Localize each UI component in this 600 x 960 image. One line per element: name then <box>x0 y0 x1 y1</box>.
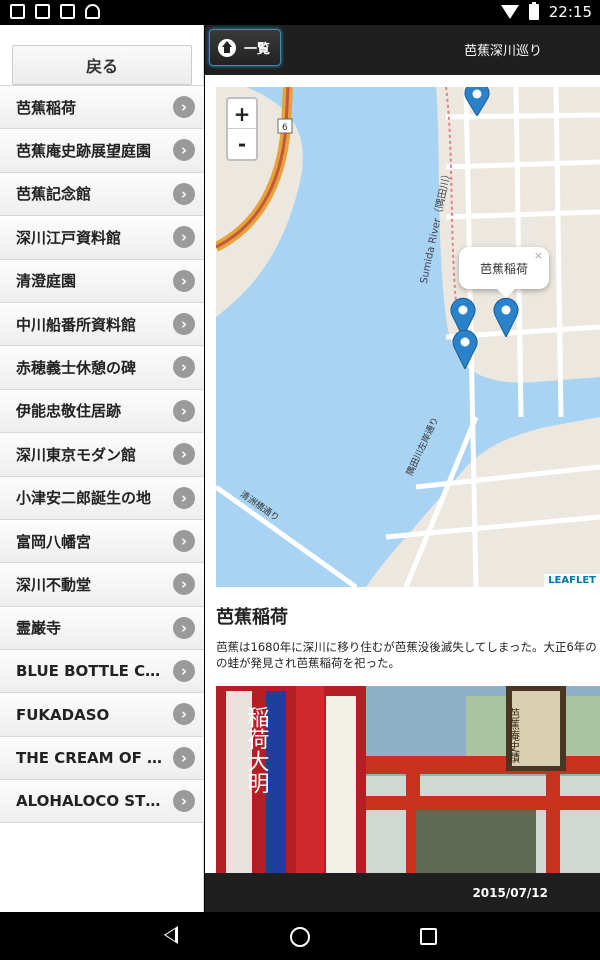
sidebar-item-label: 霊巌寺 <box>16 619 62 638</box>
sidebar-item-label: 清澄庭園 <box>16 272 77 291</box>
zoom-out-button[interactable]: - <box>228 129 256 159</box>
wifi-icon <box>500 5 519 19</box>
shrine-photo-image: 芭蕉庵史蹟 稲荷大明 <box>216 686 600 876</box>
header: 一覧 芭蕉深川巡り <box>205 25 600 75</box>
chevron-right-icon: › <box>173 139 195 162</box>
sidebar: 戻る 芭蕉稲荷 › 芭蕉庵史跡展望庭園 › 芭蕉記念館 › 深川江戸資料館 › 清澄庭園 › 中川船… <box>0 25 204 912</box>
sidebar-item-label: 中川船番所資料館 <box>16 315 137 334</box>
mail-icon <box>35 4 50 19</box>
sidebar-item[interactable]: THE CREAM OF T... › <box>0 735 204 780</box>
sidebar-item[interactable]: 赤穂義士休憩の碑 › <box>0 345 204 389</box>
popup-close-button[interactable]: × <box>534 249 543 262</box>
spot-description-line: 芭蕉は1680年に深川に移り住むが芭蕉没後滅失してしまった。大正6年の <box>216 640 597 654</box>
spot-description: 芭蕉は1680年に深川に移り住むが芭蕉没後滅失してしまった。大正6年の の蛙が発… <box>216 639 600 671</box>
sidebar-item-label: 赤穂義士休憩の碑 <box>16 359 137 378</box>
sidebar-item-label: 深川不動堂 <box>16 575 92 594</box>
sidebar-item[interactable]: BLUE BOTTLE COF... › <box>0 649 204 693</box>
chevron-right-icon: › <box>173 573 195 596</box>
system-navigation-bar <box>0 912 600 960</box>
sidebar-item-label: BLUE BOTTLE COF... <box>16 662 166 681</box>
gallery-icon <box>10 4 25 19</box>
sidebar-item-label: 深川江戸資料館 <box>16 228 122 247</box>
home-list-label: 一覧 <box>244 42 271 57</box>
recent-apps-icon[interactable] <box>420 928 437 945</box>
back-nav-icon[interactable] <box>164 926 178 944</box>
footer: 2015/07/12 <box>205 873 600 912</box>
sidebar-item[interactable]: 芭蕉庵史跡展望庭園 › <box>0 128 204 172</box>
map[interactable]: Sumida River（隅田川） 清洲橋通り 隅田川左岸通り 6 + - 芭蕉… <box>216 87 600 587</box>
chevron-right-icon: › <box>173 96 195 118</box>
chevron-right-icon: › <box>173 486 195 509</box>
home-list-button[interactable]: 一覧 <box>209 29 281 66</box>
chevron-right-icon: › <box>173 746 195 769</box>
sidebar-item-label: 伊能忠敬住居跡 <box>16 402 122 421</box>
sidebar-item[interactable]: 伊能忠敬住居跡 › <box>0 388 204 433</box>
sidebar-item[interactable]: 富岡八幡宮 › <box>0 518 204 563</box>
home-nav-icon[interactable] <box>290 927 310 947</box>
photo-sign-text: 芭蕉庵史蹟 <box>508 707 521 764</box>
sidebar-item[interactable]: 小津安二郎誕生の地 › <box>0 475 204 519</box>
zoom-in-button[interactable]: + <box>228 99 256 129</box>
sidebar-item[interactable]: 中川船番所資料館 › <box>0 301 204 346</box>
sidebar-item-label: ALOHALOCO STU... <box>16 791 166 810</box>
status-bar: 22:15 <box>0 0 600 25</box>
sidebar-item[interactable]: ALOHALOCO STU... › <box>0 779 204 823</box>
chevron-right-icon: › <box>173 529 195 552</box>
sidebar-item-label: 芭蕉稲荷 <box>16 98 77 117</box>
chevron-right-icon: › <box>173 269 195 292</box>
sidebar-item-label: 富岡八幡宮 <box>16 532 92 551</box>
chevron-right-icon: › <box>173 703 195 726</box>
page-title: 芭蕉深川巡り <box>463 44 542 59</box>
chevron-right-icon: › <box>173 616 195 639</box>
back-button[interactable]: 戻る <box>12 45 192 85</box>
download-icon <box>60 4 75 19</box>
sidebar-item[interactable]: FUKADASO › <box>0 692 204 736</box>
map-tiles: Sumida River（隅田川） 清洲橋通り 隅田川左岸通り 6 <box>216 87 600 587</box>
chevron-right-icon: › <box>173 312 195 335</box>
photo-banner-text: 稲荷大明 <box>244 706 270 794</box>
sidebar-item[interactable]: 深川不動堂 › <box>0 562 204 606</box>
map-marker-icon[interactable] <box>464 87 490 116</box>
sidebar-item[interactable]: 深川東京モダン館 › <box>0 432 204 476</box>
route-number-label: 6 <box>282 123 288 133</box>
chevron-right-icon: › <box>173 226 195 249</box>
map-attribution-link[interactable]: LEAFLET <box>544 574 600 587</box>
sidebar-item-label: 芭蕉記念館 <box>16 185 92 204</box>
sidebar-item[interactable]: 深川江戸資料館 › <box>0 215 204 259</box>
chevron-right-icon: › <box>173 399 195 422</box>
footer-date: 2015/07/12 <box>472 886 548 900</box>
status-time: 22:15 <box>548 3 592 21</box>
spot-menu: 芭蕉稲荷 › 芭蕉庵史跡展望庭園 › 芭蕉記念館 › 深川江戸資料館 › 清澄庭園 › 中川船番所資… <box>0 85 204 823</box>
map-marker-icon[interactable] <box>452 329 478 369</box>
spot-title: 芭蕉稲荷 <box>216 607 288 628</box>
map-marker-icon[interactable] <box>493 297 519 337</box>
chevron-right-icon: › <box>173 182 195 205</box>
sidebar-item-label: THE CREAM OF T... <box>16 749 166 768</box>
zoom-control: + - <box>226 97 258 161</box>
chevron-right-icon: › <box>173 443 195 466</box>
sidebar-item-label: 深川東京モダン館 <box>16 445 137 464</box>
battery-icon <box>528 2 539 20</box>
sidebar-item-label: 芭蕉庵史跡展望庭園 <box>16 142 152 161</box>
spot-description-line: の蛙が発見され芭蕉稲荷を祀った。 <box>216 656 400 670</box>
home-icon <box>218 38 236 57</box>
sidebar-item[interactable]: 霊巌寺 › <box>0 605 204 650</box>
sidebar-item[interactable]: 清澄庭園 › <box>0 258 204 302</box>
main-panel: 一覧 芭蕉深川巡り Sumida River（隅田川） 清洲橋通り 隅田川左岸通… <box>205 25 600 912</box>
chevron-right-icon: › <box>173 660 195 683</box>
android-icon <box>85 4 100 19</box>
sidebar-item-label: FUKADASO <box>16 705 110 724</box>
chevron-right-icon: › <box>173 790 195 813</box>
popup-text: 芭蕉稲荷 <box>479 261 528 276</box>
sidebar-item-label: 小津安二郎誕生の地 <box>16 489 152 508</box>
sidebar-item[interactable]: 芭蕉記念館 › <box>0 171 204 216</box>
spot-photo: 芭蕉庵史蹟 稲荷大明 <box>216 686 600 876</box>
map-popup: 芭蕉稲荷 × <box>459 247 549 298</box>
notification-icons <box>10 4 100 19</box>
sidebar-item[interactable]: 芭蕉稲荷 › <box>0 85 204 129</box>
chevron-right-icon: › <box>173 356 195 379</box>
